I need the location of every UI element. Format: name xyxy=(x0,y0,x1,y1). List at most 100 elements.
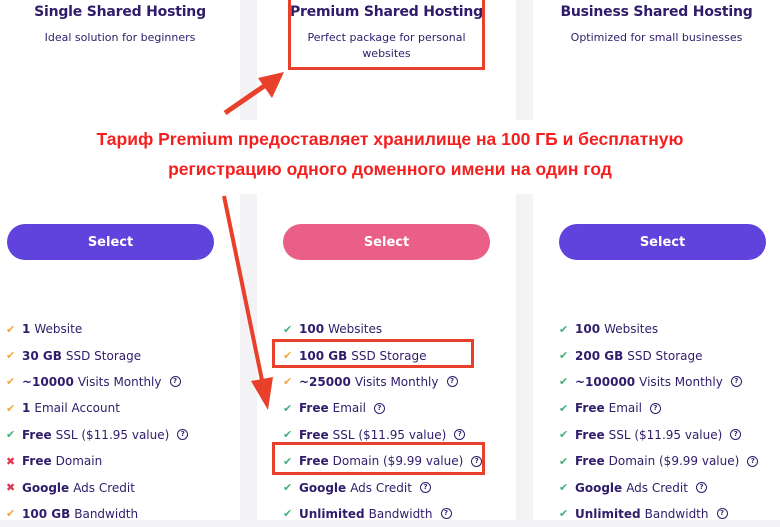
help-icon[interactable]: ? xyxy=(716,508,728,520)
help-icon[interactable]: ? xyxy=(695,482,707,494)
help-icon[interactable]: ? xyxy=(440,508,452,520)
feature-label: Ads Credit xyxy=(73,480,135,495)
feature-item: ✔ ~100000 Visits Monthly? xyxy=(559,369,758,395)
select-button-business[interactable]: Select xyxy=(559,224,766,260)
plan-description: Perfect package for personal websites xyxy=(307,31,466,60)
feature-value: Free xyxy=(22,427,52,442)
feature-item: ✔ 100 Websites xyxy=(283,316,482,342)
feature-value: Free xyxy=(22,454,52,469)
feature-item: ✔ 200 GB SSD Storage xyxy=(559,342,758,368)
feature-item: ✖ Free Domain xyxy=(6,448,188,474)
plan-description: Optimized for small businesses xyxy=(570,31,743,44)
feature-item: ✔ Free Email? xyxy=(559,395,758,421)
feature-label: Visits Monthly xyxy=(354,374,439,389)
feature-item: ✔ 100 Websites xyxy=(559,316,758,342)
help-icon[interactable]: ? xyxy=(730,376,742,388)
feature-value: 1 xyxy=(22,322,31,337)
feature-value: Free xyxy=(575,401,605,416)
feature-item: ✔ Unlimited Bandwidth? xyxy=(559,501,758,527)
feature-item: ✔ 30 GB SSD Storage xyxy=(6,342,188,368)
plan-title: Premium Shared Hosting xyxy=(289,4,483,20)
annotation-line-2: регистрацию одного доменного имени на од… xyxy=(168,159,612,179)
feature-label: SSD Storage xyxy=(627,348,703,363)
cross-icon: ✖ xyxy=(6,454,16,468)
feature-label: Visits Monthly xyxy=(77,374,162,389)
plan-card-premium: Premium Shared Hosting Perfect package f… xyxy=(257,0,516,521)
feature-label: Websites xyxy=(328,322,383,337)
check-icon: ✔ xyxy=(6,375,16,389)
feature-item: ✔ Free Domain ($9.99 value)? xyxy=(559,448,759,474)
feature-item: ✔ Free Email? xyxy=(283,395,482,421)
feature-label: Email xyxy=(608,401,642,416)
feature-label: Websites xyxy=(604,322,659,337)
check-icon: ✔ xyxy=(283,349,293,363)
plan-card-business: Business Shared Hosting Optimized for sm… xyxy=(533,0,780,521)
feature-value: Google xyxy=(575,480,623,495)
check-icon: ✔ xyxy=(6,322,16,336)
select-button-premium[interactable]: Select xyxy=(283,224,490,260)
check-icon: ✔ xyxy=(6,401,16,415)
help-icon[interactable]: ? xyxy=(419,482,431,494)
feature-value: Google xyxy=(22,480,70,495)
feature-value: Google xyxy=(299,480,347,495)
help-icon[interactable]: ? xyxy=(730,429,742,441)
check-icon: ✔ xyxy=(283,454,293,468)
feature-label: Visits Monthly xyxy=(639,374,723,389)
feature-value: 100 xyxy=(575,322,601,337)
feature-label: Email xyxy=(332,401,366,416)
feature-item: ✔ ~10000 Visits Monthly? xyxy=(6,369,188,395)
plan-title: Single Shared Hosting xyxy=(34,4,206,20)
feature-item: ✔ 1 Email Account xyxy=(6,395,188,421)
feature-label: SSL ($11.95 value) xyxy=(608,427,723,442)
feature-item: ✔ Free SSL ($11.95 value)? xyxy=(6,422,189,448)
check-icon: ✔ xyxy=(283,401,293,415)
help-icon[interactable]: ? xyxy=(747,455,759,467)
feature-list: ✔ 1 Website ✔ 30 GB SSD Storage ✔ ~10000 Visits … xyxy=(6,316,189,527)
feature-item: ✔ 100 GB Bandwidth xyxy=(6,501,188,527)
feature-value: Unlimited xyxy=(299,506,365,521)
feature-label: Bandwidth xyxy=(368,506,433,521)
feature-item: ✔ Google Ads Credit? xyxy=(283,474,482,500)
check-icon: ✔ xyxy=(6,507,16,521)
plan-description: Ideal solution for beginners xyxy=(44,31,196,44)
select-button-single[interactable]: Select xyxy=(7,224,214,260)
check-icon: ✔ xyxy=(559,428,569,442)
help-icon[interactable]: ? xyxy=(454,429,466,441)
help-icon[interactable]: ? xyxy=(471,455,483,467)
plan-title: Business Shared Hosting xyxy=(560,4,753,20)
annotation-line-1: Тариф Premium предоставляет хранилище на… xyxy=(96,129,684,149)
help-icon[interactable]: ? xyxy=(169,376,181,388)
help-icon[interactable]: ? xyxy=(649,402,661,414)
feature-item: ✔ Google Ads Credit? xyxy=(559,474,758,500)
feature-label: SSD Storage xyxy=(65,348,142,363)
check-icon: ✔ xyxy=(559,507,569,521)
feature-label: Bandwidth xyxy=(74,506,139,521)
feature-value: 200 GB xyxy=(575,348,624,363)
check-icon: ✔ xyxy=(6,428,16,442)
feature-value: Free xyxy=(299,427,329,442)
check-icon: ✔ xyxy=(559,322,569,336)
help-icon[interactable]: ? xyxy=(446,376,458,388)
feature-list: ✔ 100 Websites ✔ 100 GB SSD Storage ✔ ~25000 Vis… xyxy=(283,316,483,527)
feature-item: ✔ Unlimited Bandwidth? xyxy=(283,501,482,527)
feature-label: Ads Credit xyxy=(626,480,688,495)
check-icon: ✔ xyxy=(283,481,293,495)
help-icon[interactable]: ? xyxy=(373,402,385,414)
feature-value: 100 xyxy=(299,322,325,337)
check-icon: ✔ xyxy=(283,428,293,442)
feature-label: Email Account xyxy=(34,401,120,416)
feature-item: ✔ ~25000 Visits Monthly? xyxy=(283,369,482,395)
cross-icon: ✖ xyxy=(6,481,16,495)
help-icon[interactable]: ? xyxy=(177,429,189,441)
feature-label: Ads Credit xyxy=(350,480,412,495)
feature-label: SSL ($11.95 value) xyxy=(332,427,447,442)
feature-label: Bandwidth xyxy=(644,506,709,521)
feature-value: 100 GB xyxy=(22,506,71,521)
feature-label: Domain ($9.99 value) xyxy=(332,454,464,469)
feature-label: Domain xyxy=(55,454,103,469)
check-icon: ✔ xyxy=(559,401,569,415)
feature-item: ✖ Google Ads Credit xyxy=(6,474,188,500)
feature-label: Domain ($9.99 value) xyxy=(608,454,740,469)
feature-value: Free xyxy=(299,401,329,416)
check-icon: ✔ xyxy=(559,375,569,389)
